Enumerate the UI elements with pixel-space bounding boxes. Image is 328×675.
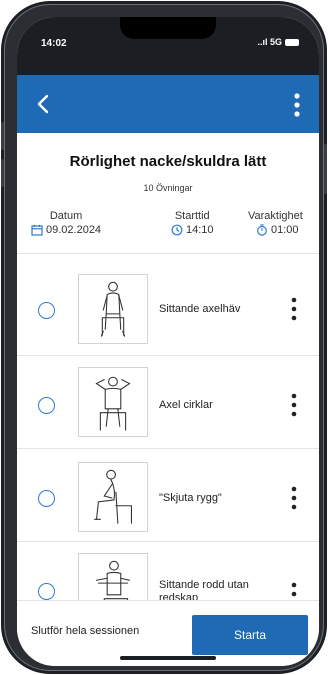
status-time: 14:02 [41, 38, 67, 49]
more-vert-icon[interactable] [287, 91, 307, 119]
start-time-block: Starttid 14:10 [171, 210, 214, 236]
start-time-value: 14:10 [186, 224, 214, 236]
exercise-checkbox[interactable] [38, 397, 55, 414]
more-vert-icon[interactable] [288, 485, 300, 511]
camera-notch [120, 17, 216, 39]
exercise-row[interactable]: Sittande axelhäv [17, 262, 319, 355]
calendar-icon [31, 224, 43, 236]
start-button[interactable]: Starta [192, 615, 308, 655]
exercise-checkbox[interactable] [38, 490, 55, 507]
exercise-name[interactable]: Sittande axelhäv [159, 303, 279, 316]
battery-icon [285, 38, 299, 46]
exercise-thumbnail[interactable] [78, 274, 148, 344]
phone-frame: 14:02 ..ıl 5G Rörlighet nacke/skuldra lä… [1, 4, 327, 671]
exercise-thumbnail[interactable] [78, 462, 148, 532]
app-bar [17, 75, 319, 133]
exercise-name[interactable]: "Skjuta rygg" [159, 492, 279, 505]
phone-volume-up [1, 122, 4, 150]
session-title: Rörlighet nacke/skuldra lätt [69, 153, 267, 170]
seated-person-illustration [100, 281, 126, 337]
more-vert-icon[interactable] [288, 296, 300, 322]
exercise-count: 10 Övningar [143, 183, 193, 193]
duration-row: 01:00 [248, 224, 303, 236]
seated-side-view-illustration [94, 469, 132, 524]
date-label: Datum [49, 210, 83, 222]
clock-icon [171, 224, 183, 236]
duration-label: Varaktighet [248, 210, 303, 222]
duration-block: Varaktighet 01:00 [248, 210, 303, 236]
start-time-label: Starttid [174, 210, 210, 222]
timer-icon [257, 224, 267, 236]
exercise-thumbnail[interactable] [78, 367, 148, 437]
exercise-checkbox[interactable] [38, 302, 55, 319]
exercise-name[interactable]: Axel cirklar [159, 399, 279, 412]
phone-power-button [324, 144, 327, 194]
more-vert-icon[interactable] [288, 392, 300, 418]
signal-label: ..ıl 5G [257, 37, 282, 47]
back-icon[interactable] [31, 91, 57, 117]
phone-screen: 14:02 ..ıl 5G Rörlighet nacke/skuldra lä… [17, 17, 319, 666]
duration-value: 01:00 [271, 224, 299, 236]
exercise-checkbox[interactable] [38, 583, 55, 600]
status-bar: 14:02 ..ıl 5G [17, 17, 319, 75]
phone-volume-down [1, 159, 4, 187]
finish-session-button[interactable]: Slutför hela sessionen [31, 625, 139, 637]
home-indicator [120, 656, 216, 660]
exercise-row[interactable]: "Skjuta rygg" [17, 448, 319, 541]
date-value-row: 09.02.2024 [31, 224, 101, 236]
divider [17, 253, 319, 254]
start-time-row: 14:10 [171, 224, 214, 236]
date-block: Datum 09.02.2024 [31, 210, 101, 236]
shoulder-circles-illustration [95, 376, 131, 431]
status-indicators: ..ıl 5G [257, 37, 299, 47]
exercise-row[interactable]: Axel cirklar [17, 355, 319, 448]
date-value: 09.02.2024 [46, 224, 102, 236]
